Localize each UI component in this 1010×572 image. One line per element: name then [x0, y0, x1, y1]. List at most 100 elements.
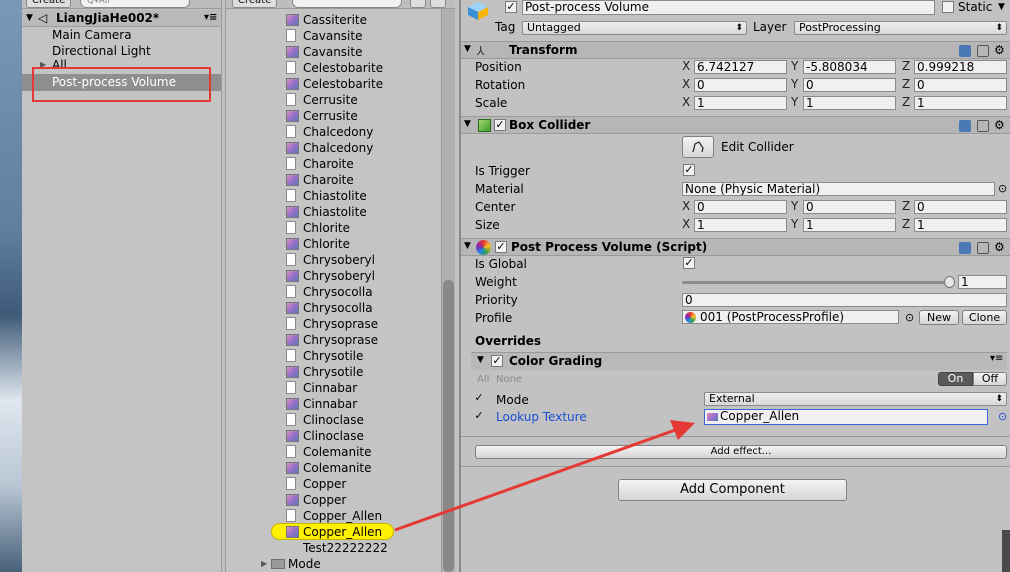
filter-label-icon[interactable]	[430, 0, 446, 8]
foldout-arrow-icon[interactable]: ▼	[464, 119, 471, 129]
project-asset-item[interactable]: Chlorite	[226, 220, 455, 236]
box-collider-header[interactable]: ▼ ✓ Box Collider ⚙	[461, 116, 1010, 134]
tag-dropdown[interactable]: Untagged ⬍	[522, 21, 747, 35]
axis-label-y[interactable]: Y	[791, 77, 798, 91]
axis-label-y[interactable]: Y	[791, 199, 798, 213]
axis-label-y[interactable]: Y	[791, 95, 798, 109]
foldout-arrow-icon[interactable]: ▼	[464, 44, 471, 54]
collapsed-arrow-icon[interactable]: ▶	[261, 556, 267, 572]
ppv-enabled-checkbox[interactable]: ✓	[495, 241, 507, 253]
object-picker-icon[interactable]: ⊙	[998, 410, 1007, 423]
project-asset-item[interactable]: Chiastolite	[226, 204, 455, 220]
transform-scale-z-field[interactable]: 1	[914, 96, 1007, 110]
project-search-input[interactable]	[292, 0, 402, 8]
scene-menu-icon[interactable]: ▾≡	[204, 10, 217, 26]
weight-slider-track[interactable]	[682, 281, 950, 284]
project-asset-item[interactable]: Copper	[226, 492, 455, 508]
static-checkbox[interactable]	[942, 1, 954, 13]
collider-center-y-field[interactable]: 0	[803, 200, 896, 214]
transform-rotation-z-field[interactable]: 0	[914, 78, 1007, 92]
help-icon[interactable]	[959, 120, 971, 132]
object-picker-icon[interactable]: ⊙	[905, 311, 914, 324]
add-effect-button[interactable]: Add effect...	[475, 445, 1007, 459]
preset-icon[interactable]	[977, 45, 989, 57]
project-asset-item[interactable]: Cavansite	[226, 44, 455, 60]
lookup-texture-field[interactable]: Copper_Allen	[704, 409, 988, 425]
help-icon[interactable]	[959, 45, 971, 57]
all-toggle[interactable]: All	[477, 374, 489, 385]
gear-icon[interactable]: ⚙	[994, 43, 1005, 57]
project-asset-item[interactable]: Colemanite	[226, 444, 455, 460]
collider-size-z-field[interactable]: 1	[914, 218, 1007, 232]
project-asset-item[interactable]: Cerrusite	[226, 108, 455, 124]
color-grading-enabled-checkbox[interactable]: ✓	[491, 355, 503, 367]
weight-slider-thumb[interactable]	[944, 276, 955, 288]
transform-position-x-field[interactable]: 6.742127	[694, 60, 787, 74]
project-asset-item[interactable]: Cavansite	[226, 28, 455, 44]
project-asset-item[interactable]: Test22222222	[226, 540, 455, 556]
layer-dropdown[interactable]: PostProcessing ⬍	[794, 21, 1007, 35]
is-global-checkbox[interactable]: ✓	[683, 257, 695, 269]
hierarchy-create-button[interactable]: Create	[26, 0, 72, 8]
project-asset-item[interactable]: Celestobarite	[226, 60, 455, 76]
collider-size-y-field[interactable]: 1	[803, 218, 896, 232]
project-asset-item[interactable]: Celestobarite	[226, 76, 455, 92]
axis-label-x[interactable]: X	[682, 59, 690, 73]
project-asset-item[interactable]: Colemanite	[226, 460, 455, 476]
transform-scale-x-field[interactable]: 1	[694, 96, 787, 110]
project-asset-item[interactable]: Clinoclase	[226, 412, 455, 428]
project-asset-item[interactable]: Chrysotile	[226, 364, 455, 380]
project-asset-item[interactable]: Chrysoberyl	[226, 252, 455, 268]
scene-header[interactable]: ▼ ◁ LiangJiaHe002* ▾≡	[22, 10, 221, 27]
collider-center-x-field[interactable]: 0	[694, 200, 787, 214]
transform-position-y-field[interactable]: -5.808034	[803, 60, 896, 74]
axis-label-x[interactable]: X	[682, 95, 690, 109]
mode-dropdown[interactable]: External ⬍	[704, 392, 1007, 406]
transform-rotation-x-field[interactable]: 0	[694, 78, 787, 92]
help-icon[interactable]	[959, 242, 971, 254]
none-toggle[interactable]: None	[496, 374, 522, 385]
axis-label-x[interactable]: X	[682, 77, 690, 91]
transform-position-z-field[interactable]: 0.999218	[914, 60, 1007, 74]
project-scrollbar-thumb[interactable]	[443, 280, 454, 572]
object-name-field[interactable]: Post-process Volume	[522, 0, 935, 15]
project-asset-item[interactable]: Copper_Allen	[226, 524, 455, 540]
axis-label-z[interactable]: Z	[902, 77, 910, 91]
project-asset-item[interactable]: ▶ Mode	[226, 556, 455, 572]
transform-scale-y-field[interactable]: 1	[803, 96, 896, 110]
axis-label-x[interactable]: X	[682, 217, 690, 231]
foldout-arrow-icon[interactable]: ▼	[477, 355, 484, 365]
project-asset-item[interactable]: Cinnabar	[226, 380, 455, 396]
gear-icon[interactable]: ⚙	[994, 240, 1005, 254]
project-asset-item[interactable]: Chalcedony	[226, 124, 455, 140]
inspector-resize-handle[interactable]	[1002, 530, 1010, 572]
project-asset-item[interactable]: Chrysotile	[226, 348, 455, 364]
project-asset-item[interactable]: Copper_Allen	[226, 508, 455, 524]
project-asset-item[interactable]: Chalcedony	[226, 140, 455, 156]
preset-icon[interactable]	[977, 242, 989, 254]
is-trigger-checkbox[interactable]: ✓	[683, 164, 695, 176]
weight-field[interactable]: 1	[958, 275, 1007, 289]
active-checkbox[interactable]: ✓	[505, 1, 517, 13]
project-asset-item[interactable]: Chrysoprase	[226, 332, 455, 348]
collider-center-z-field[interactable]: 0	[914, 200, 1007, 214]
project-asset-item[interactable]: Chlorite	[226, 236, 455, 252]
axis-label-z[interactable]: Z	[902, 95, 910, 109]
box-collider-enabled-checkbox[interactable]: ✓	[494, 119, 506, 131]
lookup-override-checkbox[interactable]: ✓	[473, 410, 485, 423]
hierarchy-search-input[interactable]: Q▾All	[80, 0, 190, 8]
priority-field[interactable]: 0	[682, 293, 1007, 307]
collider-size-x-field[interactable]: 1	[694, 218, 787, 232]
profile-field[interactable]: 001 (PostProcessProfile)	[682, 310, 899, 324]
on-toggle-button[interactable]: On	[938, 372, 973, 386]
foldout-arrow-icon[interactable]: ▼	[464, 241, 471, 251]
transform-header[interactable]: ▼ ⅄ Transform ⚙	[461, 41, 1010, 59]
gear-icon[interactable]: ⚙	[994, 118, 1005, 132]
off-toggle-button[interactable]: Off	[973, 372, 1007, 386]
project-asset-item[interactable]: Copper	[226, 476, 455, 492]
color-grading-menu-icon[interactable]: ▾≡	[990, 353, 1003, 364]
color-grading-header[interactable]: ▼ ✓ Color Grading ▾≡	[471, 352, 1007, 370]
project-asset-item[interactable]: Cinnabar	[226, 396, 455, 412]
project-asset-item[interactable]: Chiastolite	[226, 188, 455, 204]
project-asset-item[interactable]: Charoite	[226, 156, 455, 172]
